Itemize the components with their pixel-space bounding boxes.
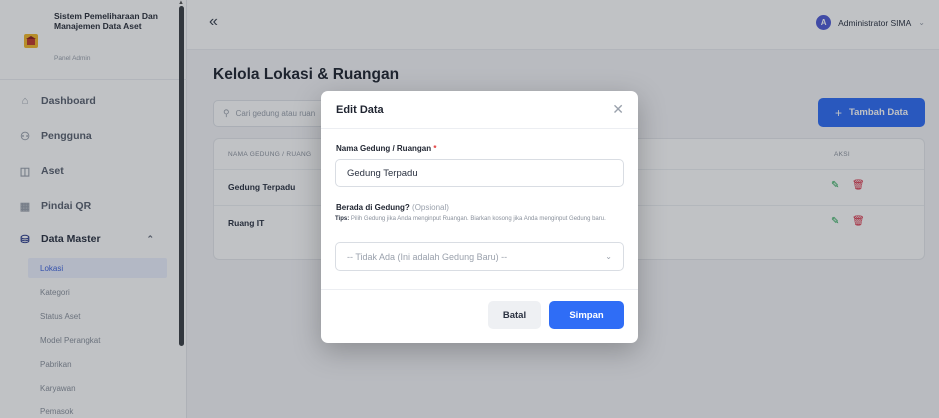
field-label-name: Nama Gedung / Ruangan * [336,144,436,153]
edit-data-modal: Edit Data ✕ Nama Gedung / Ruangan * Gedu… [321,91,638,343]
name-field-value: Gedung Terpadu [347,167,418,179]
field-label-text: Berada di Gedung? [336,203,410,212]
tips-label: Tips: [335,216,350,222]
select-value: -- Tidak Ada (Ini adalah Gedung Baru) -- [347,251,508,262]
required-marker: * [433,144,437,153]
name-field[interactable]: Gedung Terpadu [335,159,624,187]
modal-divider [321,128,638,129]
tips-body: Pilih Gedung jika Anda menginput Ruangan… [350,216,606,222]
field-label-parent: Berada di Gedung? (Opsional) [336,203,449,212]
tips-text: Tips: Pilih Gedung jika Anda menginput R… [335,215,627,223]
save-button[interactable]: Simpan [549,301,624,329]
parent-building-select[interactable]: -- Tidak Ada (Ini adalah Gedung Baru) --… [335,242,624,271]
close-icon[interactable]: ✕ [612,101,624,118]
chevron-down-icon: ⌄ [605,252,612,261]
field-label-text: Nama Gedung / Ruangan [336,144,432,153]
modal-divider [321,289,638,290]
optional-marker: (Opsional) [412,203,449,212]
cancel-button[interactable]: Batal [488,301,541,329]
modal-title: Edit Data [336,104,384,116]
